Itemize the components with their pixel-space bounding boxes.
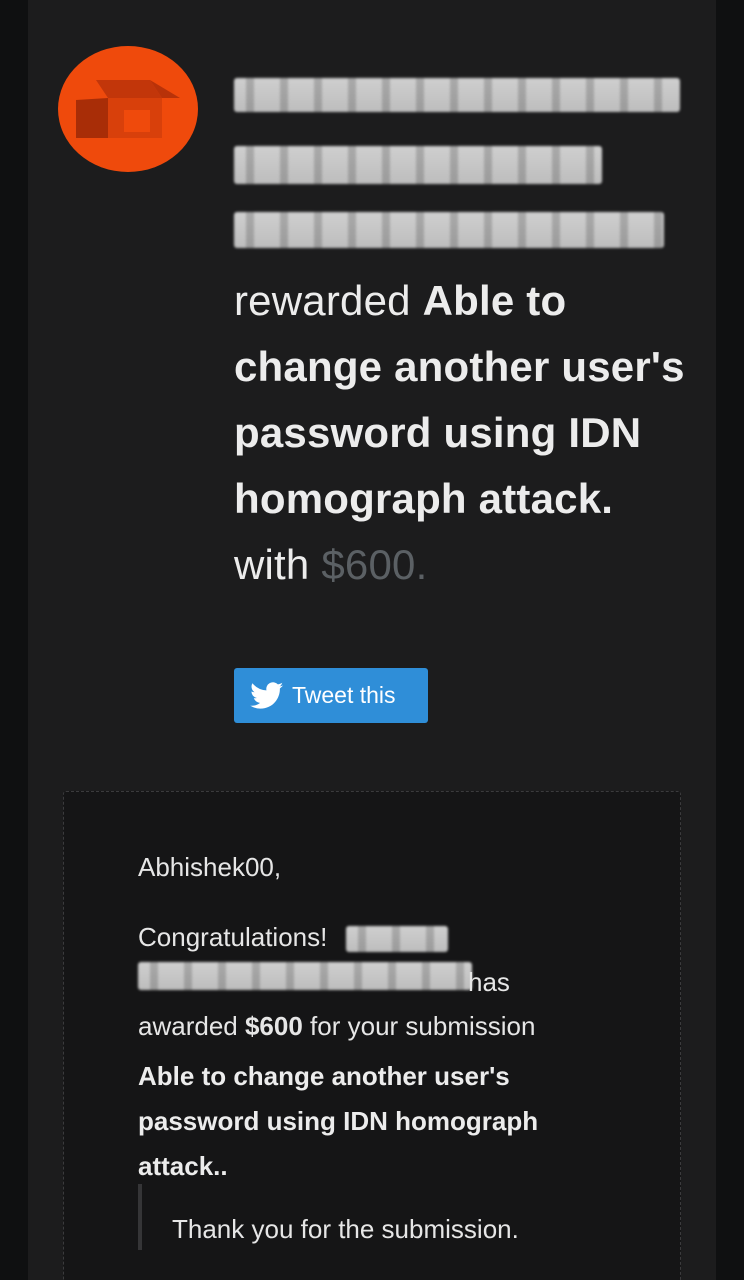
tweet-this-button[interactable]: Tweet this bbox=[234, 668, 428, 723]
congratulations-text: Congratulations! bbox=[138, 922, 328, 952]
quote-divider bbox=[138, 1184, 142, 1250]
headline-with: with bbox=[234, 541, 310, 588]
headline-amount: $600. bbox=[321, 541, 428, 588]
awarded-prefix: awarded bbox=[138, 1011, 238, 1041]
redacted-program-name-inline-1 bbox=[346, 926, 448, 952]
submission-title: Able to change another user's password u… bbox=[138, 1061, 539, 1181]
redacted-program-name-line-3 bbox=[234, 212, 664, 248]
redacted-program-name-line-1 bbox=[234, 78, 680, 112]
redacted-program-name-inline-2 bbox=[138, 962, 472, 990]
awarded-suffix: for your submission bbox=[310, 1011, 536, 1041]
twitter-bird-icon bbox=[250, 681, 284, 709]
greeting-text: Abhishek00, bbox=[138, 852, 282, 882]
redacted-program-name-line-2 bbox=[234, 146, 602, 184]
thank-you-quote: Thank you for the submission. bbox=[172, 1214, 519, 1244]
awarded-amount: $600 bbox=[244, 1011, 303, 1041]
reward-headline: rewarded Able to change another user's p… bbox=[234, 268, 694, 598]
has-text: has bbox=[468, 967, 510, 997]
tweet-this-label: Tweet this bbox=[292, 682, 396, 708]
headline-verb: rewarded bbox=[234, 277, 411, 324]
bugcrowd-logo-icon bbox=[58, 46, 198, 172]
awarded-line: awarded $600 for your submission bbox=[138, 1011, 535, 1042]
